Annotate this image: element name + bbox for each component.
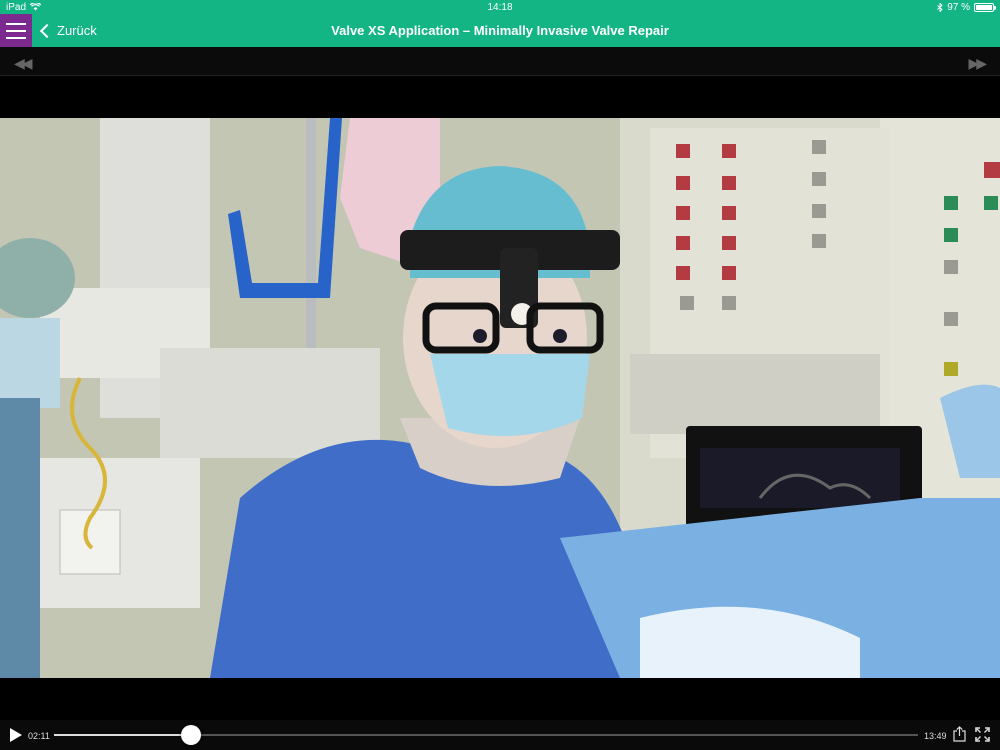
bluetooth-icon [937,2,943,12]
elapsed-time: 02:11 [28,731,50,741]
progress-track[interactable] [54,725,918,745]
battery-fill [976,4,992,10]
rewind-icon[interactable]: ◀◀ [14,55,32,72]
menu-line [6,36,26,39]
back-label: Zurück [57,23,97,38]
status-time: 14:18 [487,1,513,13]
hamburger-menu-button[interactable] [0,14,32,47]
chevron-left-icon [39,23,55,38]
device-label: iPad [6,1,27,13]
play-icon[interactable] [10,728,22,742]
battery-percentage: 97 % [947,1,970,13]
player-controls: 02:11 13:49 [0,720,1000,750]
wifi-icon [30,3,42,11]
chapter-skip-bar: ◀◀ ▶▶ [0,47,1000,76]
hamburger-menu-icon [6,22,26,25]
total-duration: 13:49 [924,731,947,741]
menu-line [6,29,26,32]
progress-fill [54,734,191,736]
fast-forward-icon[interactable]: ▶▶ [968,55,986,72]
fullscreen-icon[interactable] [975,727,990,742]
page-title: Valve XS Application – Minimally Invasiv… [331,23,669,38]
battery-icon [974,2,996,12]
status-bar: iPad 14:18 97 % [0,0,1000,14]
nav-bar: Zurück Valve XS Application – Minimally … [0,14,1000,47]
share-icon[interactable] [953,726,966,742]
back-button[interactable]: Zurück [38,14,97,47]
video-still [0,118,1000,678]
video-player[interactable] [0,77,1000,720]
scrubber-handle[interactable] [180,725,201,745]
video-frame[interactable] [0,118,1000,678]
